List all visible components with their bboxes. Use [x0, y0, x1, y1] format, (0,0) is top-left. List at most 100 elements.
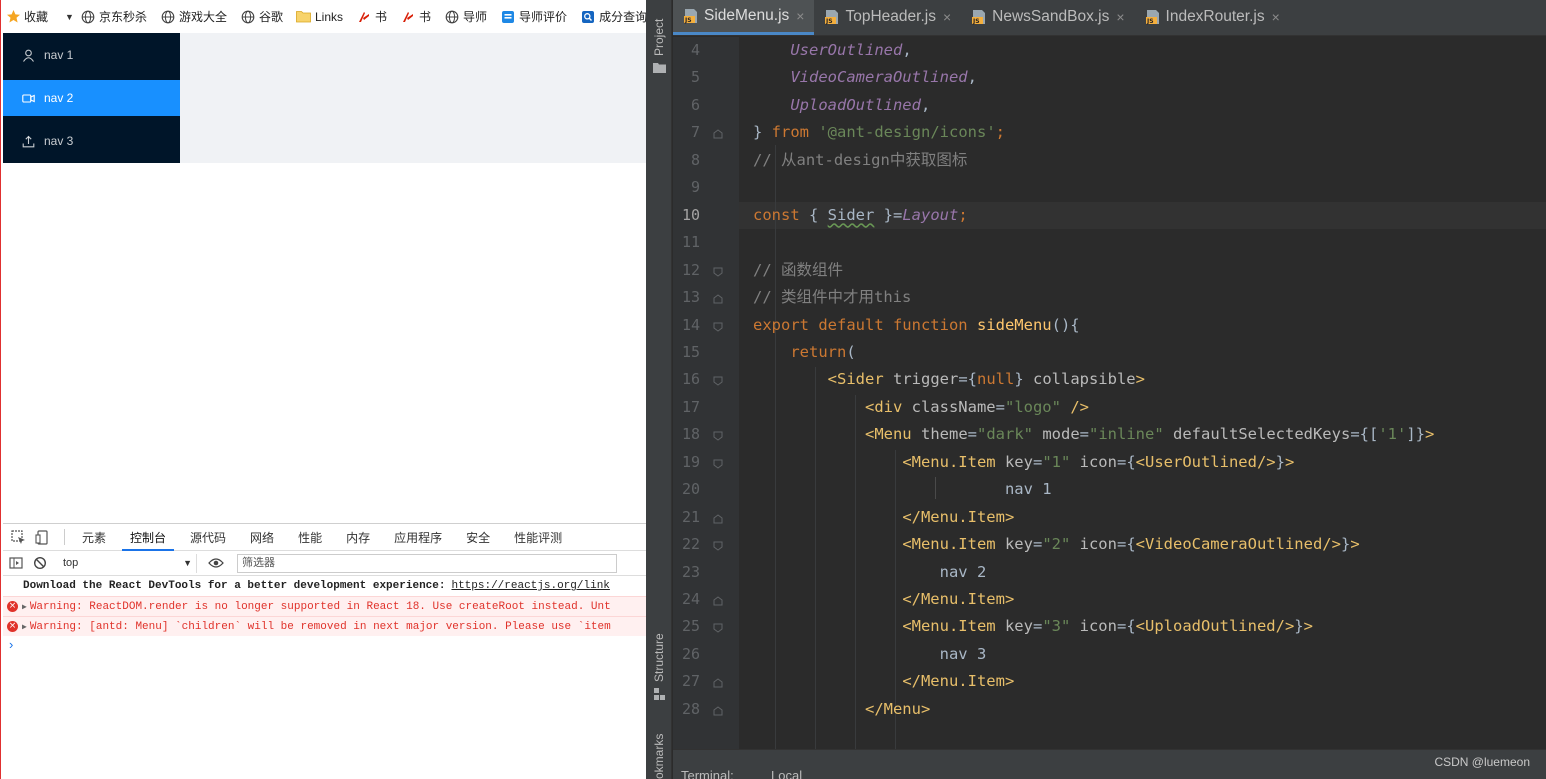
- editor-tab[interactable]: JS IndexRouter.js ×: [1135, 0, 1290, 35]
- code-line: return(: [753, 339, 856, 366]
- console-error-message[interactable]: × ▶ Warning: [antd: Menu] `children` will …: [3, 616, 646, 636]
- eye-icon[interactable]: [205, 552, 227, 574]
- fold-marker-icon[interactable]: [713, 375, 723, 387]
- bookmark-item[interactable]: Links: [296, 9, 343, 25]
- console-error-message[interactable]: × ▶ Warning: ReactDOM.render is no longer …: [3, 596, 646, 616]
- fold-marker-icon[interactable]: [713, 513, 723, 524]
- globe-icon: [444, 9, 460, 25]
- close-icon[interactable]: ×: [1116, 9, 1124, 25]
- devtools-tab[interactable]: 安全: [458, 524, 498, 551]
- devtools-tab[interactable]: 性能: [290, 524, 330, 551]
- bookmark-item[interactable]: 成分查询: [580, 8, 646, 25]
- devtools-tab[interactable]: 控制台: [122, 524, 175, 551]
- line-number: 13: [681, 288, 700, 307]
- code-token: nav 2: [753, 562, 987, 581]
- code-token: Sider: [827, 205, 875, 224]
- editor-tab[interactable]: JS NewsSandBox.js ×: [961, 0, 1134, 35]
- bookmark-item[interactable]: 导师: [444, 8, 487, 25]
- bookmark-item[interactable]: 书: [356, 8, 387, 25]
- js-file-icon: JS: [824, 9, 840, 25]
- code-token: (: [846, 342, 856, 361]
- project-tool-label[interactable]: Project: [652, 19, 666, 56]
- local-tab[interactable]: Local: [771, 768, 802, 779]
- expand-triangle-icon[interactable]: ▶: [22, 622, 27, 632]
- code-token: />: [1060, 397, 1089, 416]
- fold-marker-icon[interactable]: [713, 705, 723, 716]
- context-select[interactable]: top ▼: [59, 553, 197, 573]
- folder-icon: [296, 9, 312, 25]
- device-toolbar-icon[interactable]: [31, 526, 53, 548]
- code-token: "3": [1042, 617, 1071, 636]
- code-token: >: [1135, 370, 1145, 389]
- menu-item-label: nav 2: [44, 91, 74, 105]
- editor-tab[interactable]: JS TopHeader.js ×: [814, 0, 961, 35]
- fold-marker-icon[interactable]: [713, 293, 723, 304]
- close-icon[interactable]: ×: [943, 9, 951, 25]
- menu-item-nav-3[interactable]: nav 3: [3, 123, 180, 159]
- clear-console-icon[interactable]: [29, 552, 51, 574]
- line-number: 27: [681, 672, 700, 691]
- bookmark-label: 导师评价: [519, 10, 568, 24]
- bookmark-item[interactable]: 收藏: [5, 8, 48, 25]
- inspect-element-icon[interactable]: [7, 526, 29, 548]
- globe-icon: [80, 9, 96, 25]
- code-token: null: [976, 370, 1015, 389]
- line-number: 8: [690, 150, 700, 169]
- bookmark-label: 京东秒杀: [98, 10, 147, 24]
- react-devtools-link[interactable]: https://reactjs.org/link: [451, 580, 609, 592]
- line-number: 26: [681, 644, 700, 663]
- code-token: // 从ant-design中获取图标: [753, 150, 968, 169]
- console-prompt[interactable]: ›: [3, 636, 646, 654]
- fold-marker-icon[interactable]: [713, 458, 723, 469]
- close-icon[interactable]: ×: [796, 8, 804, 24]
- code-token: {: [799, 205, 828, 224]
- bookmark-item[interactable]: 导师评价: [500, 8, 567, 25]
- devtools-tab[interactable]: 内存: [338, 524, 378, 551]
- line-number: 16: [681, 370, 700, 389]
- chevron-down-icon[interactable]: ▼: [65, 12, 74, 22]
- fold-marker-icon[interactable]: [713, 266, 723, 277]
- svg-text:JS: JS: [825, 18, 833, 25]
- devtools-tab[interactable]: 源代码: [182, 524, 234, 551]
- menu-item-nav-2[interactable]: nav 2: [3, 80, 180, 116]
- line-number: 11: [681, 233, 700, 252]
- menu-item-nav-1[interactable]: nav 1: [3, 37, 180, 73]
- fold-marker-icon[interactable]: [713, 595, 723, 606]
- code-token: ={[: [1350, 425, 1379, 444]
- fold-marker-icon[interactable]: [713, 677, 723, 688]
- bookmark-item[interactable]: 书: [400, 8, 431, 25]
- folder-icon[interactable]: [653, 62, 666, 76]
- structure-icon[interactable]: [654, 688, 665, 703]
- line-number: 6: [690, 95, 700, 114]
- bookmark-item[interactable]: 游戏大全: [160, 8, 227, 25]
- bookmark-item[interactable]: 京东秒杀: [80, 8, 147, 25]
- devtools-tab[interactable]: 网络: [242, 524, 282, 551]
- fold-marker-icon[interactable]: [713, 430, 723, 441]
- console-filter-input[interactable]: [237, 553, 617, 573]
- fold-marker-icon[interactable]: [713, 540, 723, 551]
- line-number: 17: [681, 397, 700, 416]
- fold-marker-icon[interactable]: [713, 128, 723, 139]
- bookmarks-tool-label[interactable]: okmarks: [652, 734, 666, 779]
- ide-window: Project Structure okmarks JS SideMenu.js ×…: [646, 0, 1546, 779]
- devtools-tab[interactable]: 元素: [74, 524, 114, 551]
- fold-marker-icon[interactable]: [713, 622, 723, 634]
- line-number: 25: [681, 617, 700, 636]
- expand-triangle-icon[interactable]: ▶: [22, 602, 27, 612]
- devtools-tab[interactable]: 应用程序: [386, 524, 450, 551]
- code-line: export default function sideMenu(){: [753, 312, 1080, 339]
- code-editor[interactable]: UserOutlined, VideoCameraOutlined, Uploa…: [739, 37, 1546, 749]
- devtools-tab[interactable]: 性能评测: [506, 524, 570, 551]
- terminal-tab[interactable]: Terminal:: [681, 768, 734, 779]
- code-token: ={: [958, 370, 977, 389]
- structure-tool-label[interactable]: Structure: [652, 633, 666, 682]
- code-token: =: [995, 397, 1005, 416]
- editor-tab[interactable]: JS SideMenu.js ×: [673, 0, 815, 35]
- line-number: 4: [690, 41, 700, 59]
- close-icon[interactable]: ×: [1272, 9, 1280, 25]
- fold-marker-icon[interactable]: [713, 321, 723, 332]
- code-token: // 类组件中才用this: [753, 288, 912, 307]
- sidebar-toggle-icon[interactable]: [5, 552, 27, 574]
- bookmark-item[interactable]: 谷歌: [240, 8, 283, 25]
